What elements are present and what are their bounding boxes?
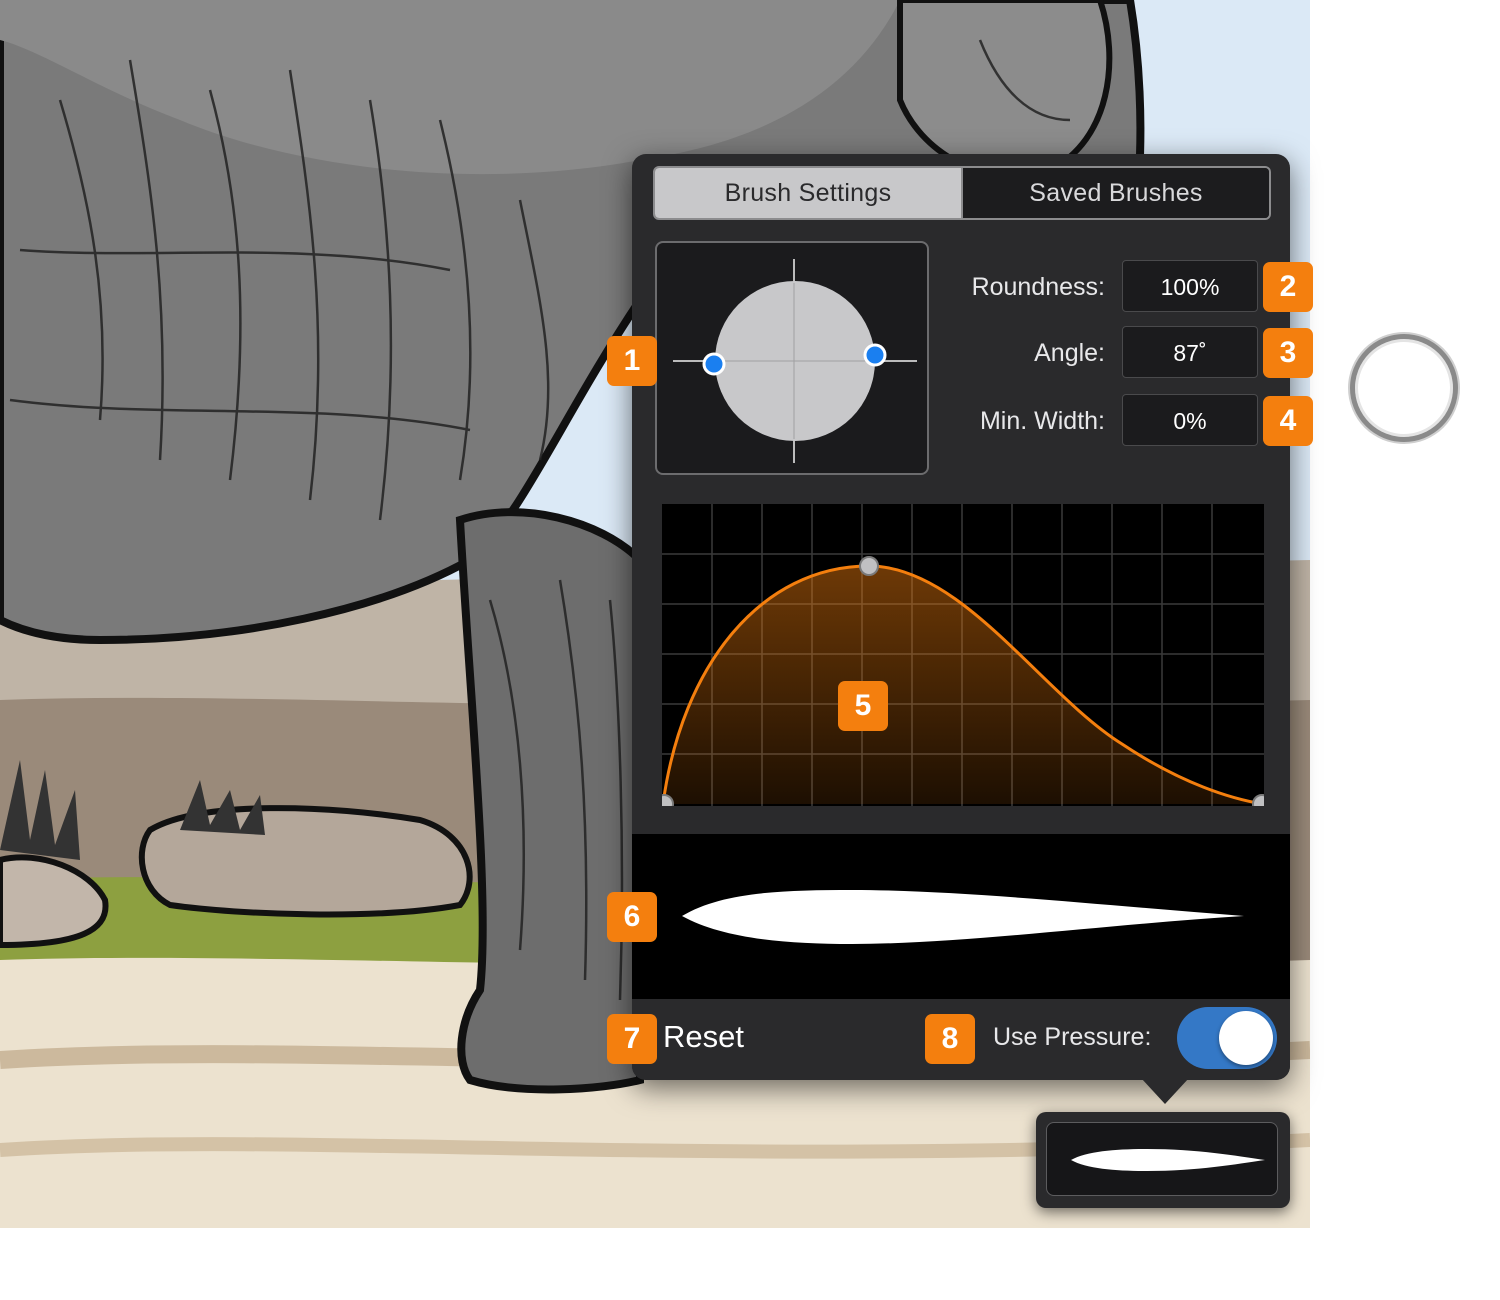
callout-6: 6 — [607, 892, 657, 942]
brush-thumbnail-frame — [1046, 1122, 1278, 1196]
pressure-curve-area — [632, 476, 1290, 834]
min-width-label: Min. Width: — [979, 407, 1105, 435]
angle-field[interactable]: 87˚ — [1122, 326, 1258, 378]
callout-7: 7 — [607, 1014, 657, 1064]
brush-shape-editor[interactable] — [655, 241, 929, 475]
segmented-control: Brush Settings Saved Brushes — [653, 166, 1271, 220]
pressure-curve-graph[interactable] — [654, 504, 1272, 814]
callout-3: 3 — [1263, 328, 1313, 378]
stroke-preview-shape — [682, 890, 1244, 944]
angle-label: Angle: — [1034, 339, 1105, 367]
brush-thumbnail-stroke-icon — [1071, 1149, 1265, 1171]
stroke-preview — [632, 834, 1290, 999]
right-handle-icon[interactable] — [863, 343, 887, 367]
min-width-field[interactable]: 0% — [1122, 394, 1258, 446]
angle-row: Angle: 87˚ — [932, 326, 1270, 380]
callout-2: 2 — [1263, 262, 1313, 312]
use-pressure-label: Use Pressure: — [993, 1023, 1152, 1051]
toggle-knob — [1219, 1011, 1273, 1065]
ipad-device: Brush Settings Saved Brushes Roundness: … — [0, 0, 1500, 1300]
callout-5: 5 — [838, 681, 888, 731]
use-pressure-toggle[interactable] — [1177, 1007, 1277, 1069]
roundness-label: Roundness: — [971, 273, 1105, 301]
curve-peak-point-icon[interactable] — [859, 556, 879, 576]
curve-end-point-icon[interactable] — [1252, 794, 1272, 814]
tab-saved-brushes[interactable]: Saved Brushes — [961, 168, 1269, 218]
roundness-field[interactable]: 100% — [1122, 260, 1258, 312]
callout-8: 8 — [925, 1014, 975, 1064]
home-button[interactable] — [1350, 334, 1458, 442]
brush-settings-panel: Brush Settings Saved Brushes Roundness: … — [632, 154, 1290, 1080]
min-width-row: Min. Width: 0% — [932, 394, 1270, 448]
popover-arrow — [1141, 1078, 1189, 1104]
tab-brush-settings[interactable]: Brush Settings — [655, 168, 961, 218]
callout-1: 1 — [607, 336, 657, 386]
brush-thumbnail-button[interactable] — [1036, 1112, 1290, 1208]
left-handle-icon[interactable] — [702, 352, 726, 376]
reset-button[interactable]: Reset — [663, 1019, 744, 1055]
roundness-row: Roundness: 100% — [932, 260, 1270, 314]
callout-4: 4 — [1263, 396, 1313, 446]
